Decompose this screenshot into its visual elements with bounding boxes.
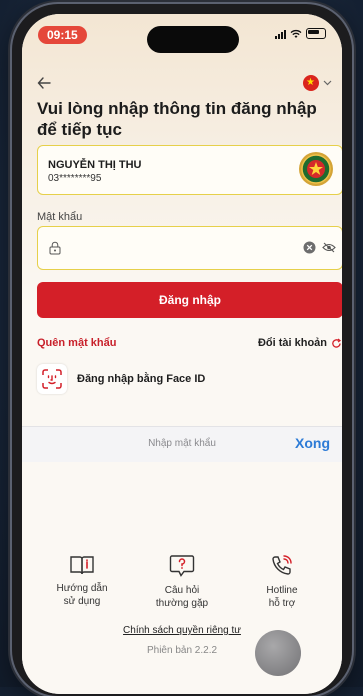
privacy-policy-link[interactable]: Chính sách quyền riêng tư (22, 625, 342, 636)
shortcut-hotline-label: Hotline hỗ trợ (266, 585, 298, 609)
question-bubble-icon (169, 555, 195, 577)
shortcut-user-guide-label: Hướng dẫn sử dụng (56, 583, 108, 607)
refresh-icon (332, 338, 342, 348)
app-screen: 09:15 ★ Vui lòng nhập thông tin đăng nhậ… (22, 14, 342, 694)
password-label: Mật khẩu (37, 211, 83, 223)
emblem-logo (299, 152, 333, 186)
assistive-touch-button[interactable] (255, 630, 301, 676)
user-card: NGUYỄN THỊ THU 03********95 (37, 145, 342, 195)
chevron-down-icon (323, 80, 332, 86)
face-id-label: Đăng nhập bằng Face ID (77, 373, 206, 385)
lock-icon (49, 241, 61, 255)
shortcut-faq-label: Câu hỏi thường gặp (155, 585, 209, 609)
page-title: Vui lòng nhập thông tin đăng nhập để tiế… (37, 99, 317, 139)
book-icon (70, 556, 94, 575)
clear-icon[interactable] (303, 241, 316, 254)
signal-icon (275, 29, 286, 39)
switch-account-link[interactable]: Đổi tài khoản (258, 337, 342, 349)
keyboard-accessory-bar: Nhập mật khẩu Xong (22, 426, 342, 462)
user-phone: 03********95 (48, 173, 102, 184)
login-button[interactable]: Đăng nhập (37, 282, 342, 318)
switch-account-label: Đổi tài khoản (257, 337, 327, 349)
battery-icon (306, 28, 326, 39)
status-icons (275, 28, 326, 39)
face-id-icon (37, 364, 67, 394)
vietnam-flag-icon: ★ (303, 75, 319, 91)
status-time: 09:15 (38, 26, 87, 44)
phone-call-icon (272, 555, 292, 575)
password-field[interactable] (37, 226, 342, 270)
forgot-password-link[interactable]: Quên mật khẩu (37, 337, 116, 349)
dynamic-island (147, 26, 239, 53)
shortcut-user-guide[interactable]: Hướng dẫn sử dụng (40, 554, 124, 608)
done-button[interactable]: Xong (295, 435, 330, 451)
face-id-login[interactable]: Đăng nhập bằng Face ID (37, 364, 205, 394)
shortcut-hotline[interactable]: Hotline hỗ trợ (240, 554, 324, 610)
shortcut-faq[interactable]: Câu hỏi thường gặp (140, 554, 224, 610)
back-arrow-icon[interactable] (37, 76, 51, 90)
eye-hidden-icon[interactable] (322, 242, 336, 253)
wifi-icon (290, 29, 302, 38)
language-selector[interactable]: ★ (303, 75, 332, 91)
keyboard-hint: Nhập mật khẩu (148, 438, 216, 449)
user-name: NGUYỄN THỊ THU (48, 159, 142, 171)
